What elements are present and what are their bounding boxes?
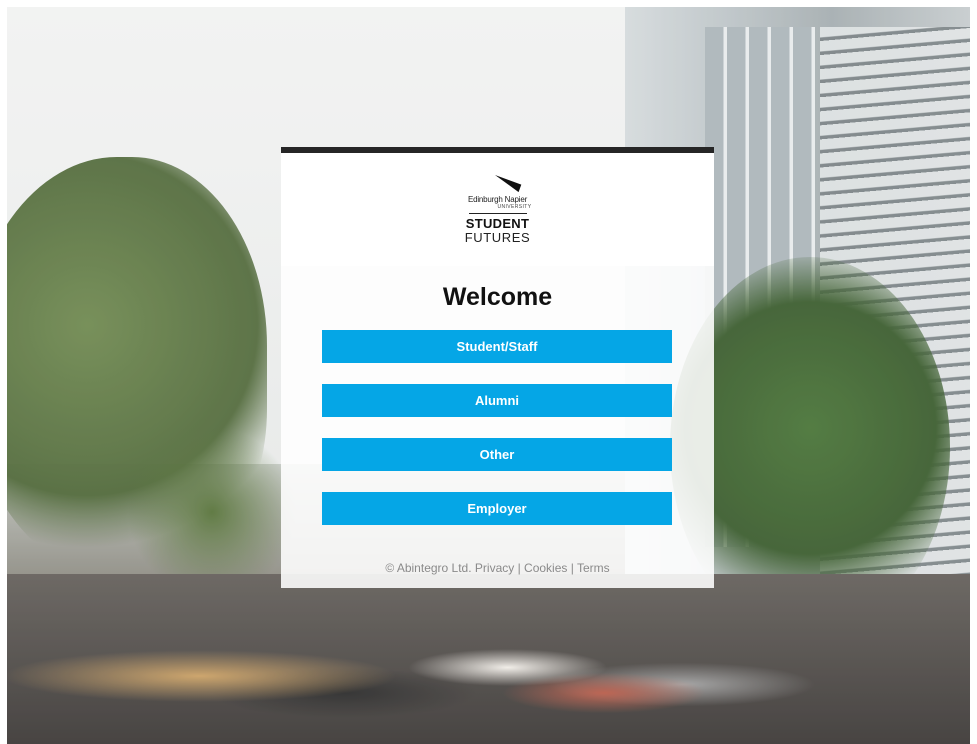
- logo-university-sub: UNIVERSITY: [497, 204, 532, 210]
- logo-university-name: Edinburgh Napier: [467, 195, 528, 204]
- student-staff-button[interactable]: Student/Staff: [322, 330, 672, 363]
- logo-futures: FUTURES: [464, 230, 531, 245]
- logo-student: STUDENT: [465, 216, 530, 231]
- page: Edinburgh Napier UNIVERSITY STUDENT FUTU…: [0, 0, 977, 744]
- logo-area: Edinburgh Napier UNIVERSITY STUDENT FUTU…: [281, 153, 714, 266]
- terms-link[interactable]: Terms: [577, 561, 610, 575]
- welcome-heading: Welcome: [442, 283, 553, 311]
- footer-separator: |: [514, 561, 525, 575]
- login-card: Edinburgh Napier UNIVERSITY STUDENT FUTU…: [281, 147, 714, 588]
- employer-button[interactable]: Employer: [322, 492, 672, 525]
- copyright-text: © Abintegro Ltd.: [385, 561, 472, 575]
- alumni-button[interactable]: Alumni: [322, 384, 672, 417]
- privacy-link[interactable]: Privacy: [475, 561, 514, 575]
- other-button[interactable]: Other: [322, 438, 672, 471]
- footer: © Abintegro Ltd. Privacy | Cookies | Ter…: [281, 561, 714, 575]
- student-futures-logo: Edinburgh Napier UNIVERSITY STUDENT FUTU…: [458, 175, 538, 255]
- footer-separator: |: [567, 561, 577, 575]
- cookies-link[interactable]: Cookies: [524, 561, 567, 575]
- logo-rule: [468, 213, 527, 214]
